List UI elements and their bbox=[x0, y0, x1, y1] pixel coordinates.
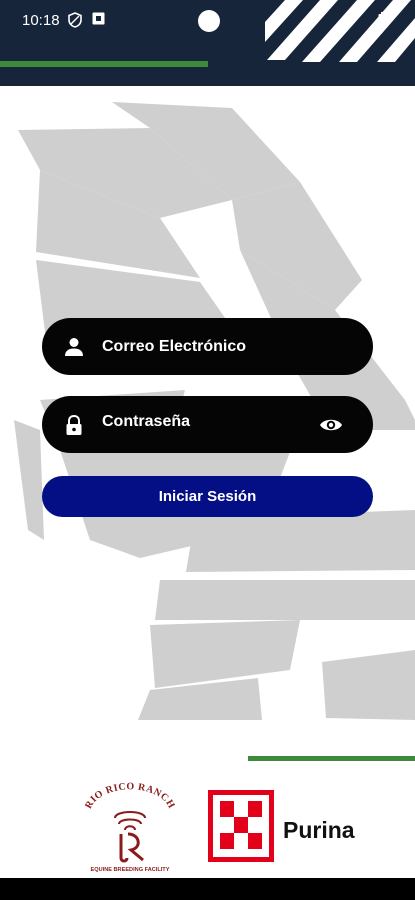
accent-line-bottom bbox=[248, 756, 415, 761]
rio-subtitle: EQUINE BREEDING FACILITY bbox=[91, 867, 170, 873]
user-icon bbox=[65, 338, 83, 356]
notification-icon bbox=[92, 12, 105, 25]
login-button[interactable]: Iniciar Sesión bbox=[42, 476, 373, 517]
password-field[interactable]: Contraseña bbox=[42, 396, 373, 453]
accent-line-top bbox=[0, 61, 208, 67]
status-time: 10:18 bbox=[22, 12, 60, 29]
status-bar: 10:18 bbox=[0, 0, 415, 86]
wifi-icon bbox=[343, 13, 359, 25]
lock-icon bbox=[66, 414, 82, 435]
email-placeholder: Correo Electrónico bbox=[102, 338, 247, 355]
battery-icon bbox=[378, 12, 388, 28]
rio-rico-ranch-logo: RIO RICO RANCH EQUINE BREEDING FACILITY bbox=[85, 782, 175, 873]
email-field[interactable]: Correo Electrónico bbox=[42, 318, 373, 375]
camera-cutout bbox=[198, 10, 220, 32]
shield-icon bbox=[68, 12, 82, 28]
eye-icon[interactable] bbox=[319, 415, 343, 435]
purina-checkerboard-icon bbox=[208, 790, 274, 862]
decorative-stripes bbox=[265, 0, 415, 62]
password-placeholder: Contraseña bbox=[102, 413, 191, 430]
navigation-bar bbox=[0, 878, 415, 900]
purina-wordmark: Purina bbox=[283, 817, 355, 843]
rio-name: RIO RICO RANCH bbox=[85, 782, 175, 811]
svg-text:RIO RICO RANCH: RIO RICO RANCH bbox=[85, 782, 175, 811]
